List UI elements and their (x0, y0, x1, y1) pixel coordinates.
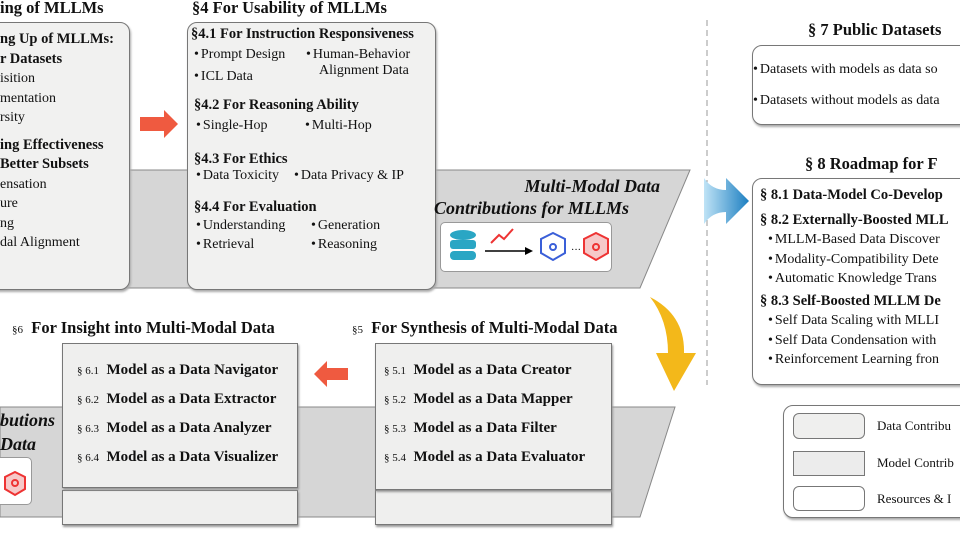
s8-title: § 8 Roadmap for F (805, 154, 938, 173)
s5-box-shadow (375, 490, 612, 525)
s7-title: § 7 Public Datasets (808, 20, 942, 39)
s8-content: § 8.1 Data-Model Co-Develop § 8.2 Extern… (760, 186, 949, 370)
band-label: Multi-Modal Data (524, 176, 660, 196)
s6-row: § 6.1 Model as a Data Navigator (77, 362, 279, 378)
s44-item: Understanding (196, 218, 285, 234)
s44-item: Retrieval (196, 237, 254, 253)
s3-heading: Better Subsets (0, 156, 89, 172)
s41-heading: §4.1 For Instruction Responsiveness (191, 26, 414, 42)
s41-item: Human-Behavior (306, 47, 410, 63)
legend-label: Resources & I (877, 491, 952, 506)
s42-item: Multi-Hop (305, 118, 372, 134)
model-icon-card (0, 457, 32, 505)
s3-item: ure (0, 196, 18, 211)
s41-item: ICL Data (194, 69, 253, 85)
s3-content: ng Up of MLLMs: r Datasets isition menta… (0, 30, 114, 253)
s3-item: dal Alignment (0, 235, 80, 250)
s44-heading: §4.4 For Evaluation (194, 199, 317, 215)
svg-text:···: ··· (571, 245, 581, 256)
s3-item: ng (0, 215, 14, 231)
s6-box: § 6.1 Model as a Data Navigator § 6.2 Mo… (62, 343, 298, 488)
blue-arrow-right-icon (704, 178, 749, 224)
s83-item: Reinforcement Learning fron (768, 350, 949, 370)
s3-heading: ing Effectiveness (0, 136, 104, 153)
s6-row: § 6.4 Model as a Data Visualizer (77, 449, 279, 465)
red-model-icon (4, 470, 26, 497)
s44-item: Reasoning (311, 237, 377, 253)
band-label: butions (0, 410, 56, 430)
s41-item: Prompt Design (194, 47, 285, 63)
s5-row: § 5.1 Model as a Data Creator (384, 362, 572, 378)
s3-title: ing of MLLMs (0, 0, 104, 17)
band-label: Contributions for MLLMs (434, 198, 630, 218)
model-icons-card: ··· (440, 222, 612, 272)
red-arrow-right-icon (140, 110, 178, 138)
s42-item: Single-Hop (196, 118, 268, 134)
s82-item: Automatic Knowledge Trans (768, 269, 949, 289)
legend-label: Data Contribu (877, 418, 952, 433)
s43-item: Data Toxicity (196, 168, 279, 184)
s5-title: §5 For Synthesis of Multi-Modal Data (352, 318, 618, 337)
s6-row: § 6.3 Model as a Data Analyzer (77, 420, 272, 436)
s42-heading: §4.2 For Reasoning Ability (194, 97, 359, 113)
s7-item: Datasets with models as data so (753, 62, 938, 78)
s6-box-shadow (62, 490, 298, 525)
s83-heading: § 8.3 Self-Boosted MLLM De (760, 292, 941, 309)
s6-row: § 6.2 Model as a Data Extractor (77, 391, 277, 407)
s43-item: Data Privacy & IP (294, 168, 404, 184)
s5-row: § 5.3 Model as a Data Filter (384, 420, 557, 436)
s43-heading: §4.3 For Ethics (194, 151, 288, 167)
s3-heading: ng Up of MLLMs: (0, 31, 114, 47)
s83-item: Self Data Condensation with (768, 331, 949, 351)
band-label: Data (0, 434, 36, 454)
s44-item: Generation (311, 218, 380, 234)
legend-swatch-data (793, 413, 865, 439)
legend-label: Model Contrib (877, 455, 954, 470)
s3-item: mentation (0, 90, 56, 106)
s7-box (752, 45, 960, 125)
legend-swatch-model (793, 451, 865, 476)
s3-item: rsity (0, 110, 25, 125)
s7-item: Datasets without models as data (753, 93, 940, 109)
s3-item: isition (0, 71, 36, 86)
red-arrow-left-icon (314, 361, 348, 387)
s41-item: Alignment Data (319, 63, 409, 78)
s81-heading: § 8.1 Data-Model Co-Develop (760, 187, 943, 203)
s3-item: ensation (0, 176, 47, 192)
s82-item: Modality-Compatibility Dete (768, 250, 949, 270)
s5-row: § 5.4 Model as a Data Evaluator (384, 449, 586, 465)
s4-title: §4 For Usability of MLLMs (192, 0, 387, 17)
s83-item: Self Data Scaling with MLLI (768, 311, 949, 331)
legend-swatch-resources (793, 486, 865, 511)
s82-item: MLLM-Based Data Discover (768, 230, 949, 250)
s6-title: §6 For Insight into Multi-Modal Data (12, 318, 275, 337)
s3-heading: r Datasets (0, 50, 63, 67)
s5-box: § 5.1 Model as a Data Creator § 5.2 Mode… (375, 343, 612, 490)
database-to-model-icon: ··· (450, 228, 609, 262)
yellow-curved-arrow-icon (650, 297, 696, 391)
s5-row: § 5.2 Model as a Data Mapper (384, 391, 573, 407)
s82-heading: § 8.2 Externally-Boosted MLL (760, 211, 949, 228)
